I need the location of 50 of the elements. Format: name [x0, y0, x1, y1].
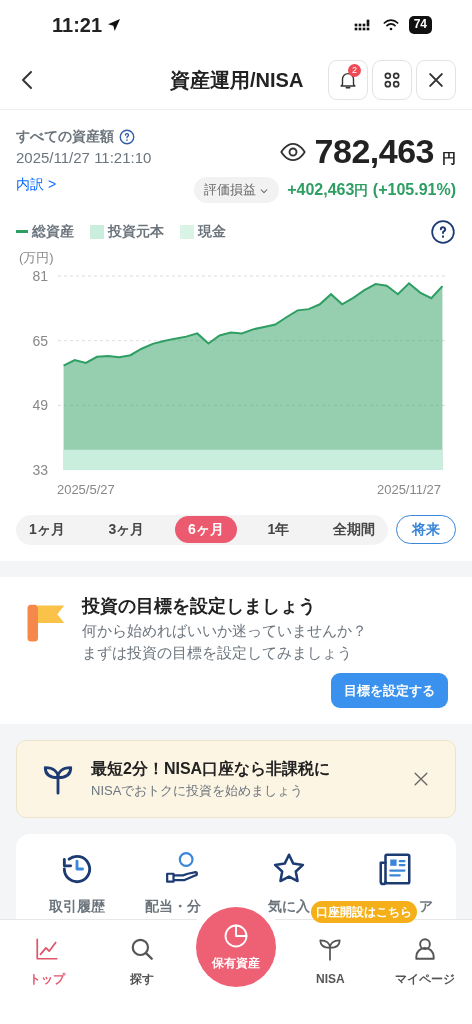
total-assets-label: すべての資産額: [16, 127, 114, 146]
menu-button[interactable]: [372, 59, 412, 100]
close-button[interactable]: [416, 59, 456, 100]
set-goal-button[interactable]: 目標を設定する: [331, 672, 448, 708]
quick-link-label[interactable]: 取引履歴: [49, 895, 105, 917]
y-tick-label: 81: [32, 267, 48, 284]
pie-chart-icon: [222, 922, 250, 950]
chart-icon: [34, 936, 61, 962]
y-tick-label: 65: [32, 332, 48, 349]
period-tab[interactable]: 6ヶ月: [175, 516, 237, 543]
banner-title: 最短2分！NISA口座なら非課税に: [91, 759, 332, 780]
goal-description: まずは投資の目標を設定してみましょう: [82, 643, 353, 663]
banner-subtitle: NISAでおトクに投資を始めましょう: [91, 782, 305, 800]
legend-label: 投資元本: [108, 222, 164, 241]
y-tick-label: 49: [32, 396, 48, 413]
nav-tab[interactable]: 探す: [109, 936, 174, 1024]
goal-description: 何から始めればいいか迷っていませんか？: [82, 620, 367, 641]
legend-label: 現金: [198, 222, 226, 241]
timestamp: 2025/11/27 11:21:10: [16, 148, 152, 168]
gain-amount: +402,463円 (+105.91%): [287, 179, 456, 200]
status-time: 11:21: [52, 13, 103, 38]
nav-tab[interactable]: トップ: [15, 936, 80, 1024]
nav-tab[interactable]: マイページ: [392, 936, 457, 1024]
quick-link-label[interactable]: ア: [419, 895, 433, 917]
nisa-banner[interactable]: 最短2分！NISA口座なら非課税に NISAでおトクに投資を始めましょう: [16, 740, 456, 818]
breakdown-link[interactable]: 内訳 >: [16, 173, 152, 195]
nav-tab[interactable]: NISA: [298, 936, 363, 1024]
y-tick-label: 33: [32, 461, 48, 478]
period-tab[interactable]: 1ヶ月: [16, 516, 78, 543]
help-icon[interactable]: [118, 127, 136, 146]
goal-title: 投資の目標を設定しましょう: [82, 594, 317, 618]
sprout-icon: [317, 936, 344, 962]
total-amount: 782,463: [314, 131, 434, 172]
account-opening-tooltip: 口座開設はこちら: [311, 901, 417, 923]
metric-dropdown[interactable]: 評価損益: [193, 177, 280, 203]
currency-unit: 円: [442, 149, 456, 168]
axis-unit: (万円): [19, 249, 54, 265]
x-tick-label: 2025/5/27: [56, 481, 115, 497]
page-title: 資産運用/NISA: [170, 67, 304, 93]
battery-level: 74: [408, 16, 432, 34]
legend-label: 総資産: [32, 222, 74, 241]
location-icon: [106, 17, 123, 33]
help-icon[interactable]: [430, 218, 456, 245]
future-button[interactable]: 将来: [396, 515, 456, 544]
period-tab[interactable]: 3ヶ月: [95, 516, 158, 543]
period-tab[interactable]: 全期間: [320, 516, 388, 543]
notification-button[interactable]: 2: [328, 59, 368, 100]
x-tick-label: 2025/11/27: [376, 481, 442, 497]
notification-badge: 2: [348, 63, 361, 77]
period-tab[interactable]: 1年: [254, 516, 303, 543]
